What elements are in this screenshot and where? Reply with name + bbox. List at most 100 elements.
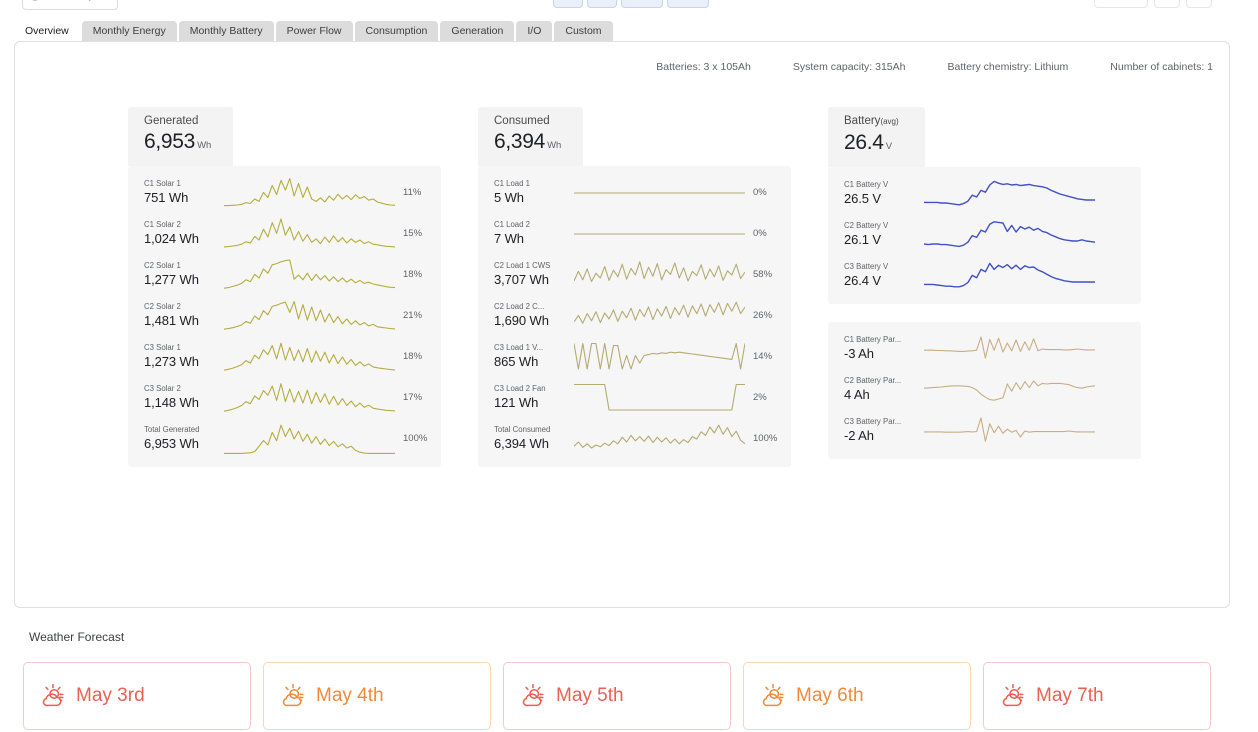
tab-bar: Overview Monthly Energy Monthly Battery … [14, 21, 613, 41]
metric-row[interactable]: C2 Solar 11,277 Wh18% [128, 254, 441, 295]
tab-power-flow[interactable]: Power Flow [276, 21, 353, 41]
sun-behind-cloud-icon [280, 683, 306, 709]
consumed-total: 6,394Wh [494, 129, 561, 159]
battery-column: Battery(avg) 26.4V C1 Battery V26.5 V C2 … [828, 107, 1141, 459]
tab-io[interactable]: I/O [516, 21, 552, 41]
metric-sparkline [574, 339, 745, 375]
top-right-button-group [1094, 0, 1212, 8]
tab-overview[interactable]: Overview [14, 21, 80, 41]
range-button-1m[interactable] [621, 0, 663, 8]
tab-custom-label: Custom [565, 25, 601, 37]
metric-row[interactable]: C2 Battery V26.1 V [828, 214, 1141, 255]
consumed-total-value: 6,394 [494, 130, 545, 153]
metric-label-group: C3 Load 2 Fan121 Wh [494, 384, 574, 411]
metric-percent: 0% [745, 187, 791, 198]
metric-row[interactable]: C2 Load 1 CWS3,707 Wh58% [478, 254, 791, 295]
metric-row[interactable]: C2 Battery Par...4 Ah [828, 369, 1141, 410]
metric-row[interactable]: C1 Load 27 Wh0% [478, 213, 791, 254]
range-button-1y[interactable] [667, 0, 709, 8]
metric-label-group: C1 Load 15 Wh [494, 179, 574, 206]
range-button-1d[interactable] [553, 0, 583, 8]
sun-behind-cloud-icon [760, 683, 786, 709]
metric-value: 1,024 Wh [144, 230, 224, 247]
metric-row[interactable]: C3 Battery V26.4 V [828, 255, 1141, 296]
tab-generation[interactable]: Generation [440, 21, 514, 41]
metric-label-group: C3 Battery Par...-2 Ah [844, 417, 924, 444]
metric-row[interactable]: C1 Solar 21,024 Wh15% [128, 213, 441, 254]
weather-card[interactable]: May 7th [983, 662, 1211, 730]
metric-percent: 11% [395, 187, 441, 198]
metric-sparkline [574, 257, 745, 293]
metric-value: 121 Wh [494, 394, 574, 411]
export-button[interactable] [1094, 0, 1148, 8]
metric-row[interactable]: C1 Solar 1751 Wh11% [128, 172, 441, 213]
summary-chip[interactable]: Summary [22, 0, 118, 10]
metric-row[interactable]: C2 Solar 21,481 Wh21% [128, 295, 441, 336]
weather-card[interactable]: May 6th [743, 662, 971, 730]
sun-behind-cloud-icon [1000, 683, 1026, 709]
tab-power-flow-label: Power Flow [287, 25, 342, 37]
metric-value: 3,707 Wh [494, 271, 574, 288]
metric-row[interactable]: C1 Load 15 Wh 0% [478, 172, 791, 213]
system-info-chemistry: Battery chemistry: Lithium [947, 61, 1068, 73]
metric-row[interactable]: Total Generated6,953 Wh100% [128, 418, 441, 459]
metric-label-group: C2 Solar 21,481 Wh [144, 302, 224, 329]
metric-sparkline [924, 176, 1095, 212]
tab-consumption[interactable]: Consumption [355, 21, 439, 41]
generated-rows-card: C1 Solar 1751 Wh11%C1 Solar 21,024 Wh15%… [128, 166, 441, 467]
more-options-button[interactable] [1186, 0, 1212, 8]
metric-label-group: Total Generated6,953 Wh [144, 425, 224, 452]
weather-day-label: May 6th [796, 685, 864, 707]
generated-total: 6,953Wh [144, 129, 211, 159]
metric-value: 6,394 Wh [494, 435, 574, 452]
weather-card[interactable]: May 3rd [23, 662, 251, 730]
metric-sparkline [574, 216, 745, 252]
metric-row[interactable]: C3 Solar 11,273 Wh18% [128, 336, 441, 377]
generated-column: Generated 6,953Wh C1 Solar 1751 Wh11%C1 … [128, 107, 441, 467]
metric-row[interactable]: C3 Load 2 Fan121 Wh2% [478, 377, 791, 418]
metric-name: C2 Battery V [844, 221, 924, 231]
tab-overview-label: Overview [25, 25, 69, 37]
metric-row[interactable]: C3 Battery Par...-2 Ah [828, 410, 1141, 451]
metric-value: 7 Wh [494, 230, 574, 247]
weather-card[interactable]: May 4th [263, 662, 491, 730]
metric-percent: 26% [745, 310, 791, 321]
tab-monthly-battery[interactable]: Monthly Battery [179, 21, 274, 41]
metric-value: 26.1 V [844, 231, 924, 248]
refresh-button[interactable] [1154, 0, 1180, 8]
metric-label-group: C2 Load 1 CWS3,707 Wh [494, 261, 574, 288]
metric-sparkline [224, 421, 395, 457]
metric-row[interactable]: C3 Load 1 V...865 Wh14% [478, 336, 791, 377]
generated-header: Generated 6,953Wh [128, 107, 233, 166]
sun-behind-cloud-icon [520, 683, 546, 709]
weather-forecast-list: May 3rdMay 4thMay 5th May 6th May 7th [23, 662, 1211, 730]
metric-sparkline [924, 372, 1095, 408]
battery-voltage-card: C1 Battery V26.5 V C2 Battery V26.1 V C3 B… [828, 167, 1141, 304]
metric-percent: 17% [395, 392, 441, 403]
metric-row[interactable]: C1 Battery Par...-3 Ah [828, 328, 1141, 369]
metric-sparkline [924, 331, 1095, 367]
metric-name: C3 Solar 1 [144, 343, 224, 353]
consumed-column: Consumed 6,394Wh C1 Load 15 Wh0%C1 Load … [478, 107, 791, 467]
metric-sparkline [224, 175, 395, 211]
metric-label-group: C2 Battery V26.1 V [844, 221, 924, 248]
range-button-1w[interactable] [587, 0, 617, 8]
battery-total-value: 26.4 [844, 131, 884, 154]
tab-custom[interactable]: Custom [554, 21, 612, 41]
metric-value: -3 Ah [844, 345, 924, 362]
metric-row[interactable]: Total Consumed6,394 Wh100% [478, 418, 791, 459]
generated-title: Generated [144, 114, 211, 128]
metric-label-group: C2 Battery Par...4 Ah [844, 376, 924, 403]
consumed-header: Consumed 6,394Wh [478, 107, 583, 166]
metric-value: 751 Wh [144, 189, 224, 206]
metric-percent: 18% [395, 351, 441, 362]
metric-row[interactable]: C1 Battery V26.5 V [828, 173, 1141, 214]
sun-behind-cloud-icon [40, 683, 66, 709]
weather-card[interactable]: May 5th [503, 662, 731, 730]
tab-monthly-energy[interactable]: Monthly Energy [82, 21, 177, 41]
metric-row[interactable]: C2 Load 2 C...1,690 Wh26% [478, 295, 791, 336]
battery-header: Battery(avg) 26.4V [828, 107, 925, 167]
metric-label-group: C1 Solar 21,024 Wh [144, 220, 224, 247]
metric-sparkline [924, 258, 1095, 294]
metric-row[interactable]: C3 Solar 21,148 Wh17% [128, 377, 441, 418]
